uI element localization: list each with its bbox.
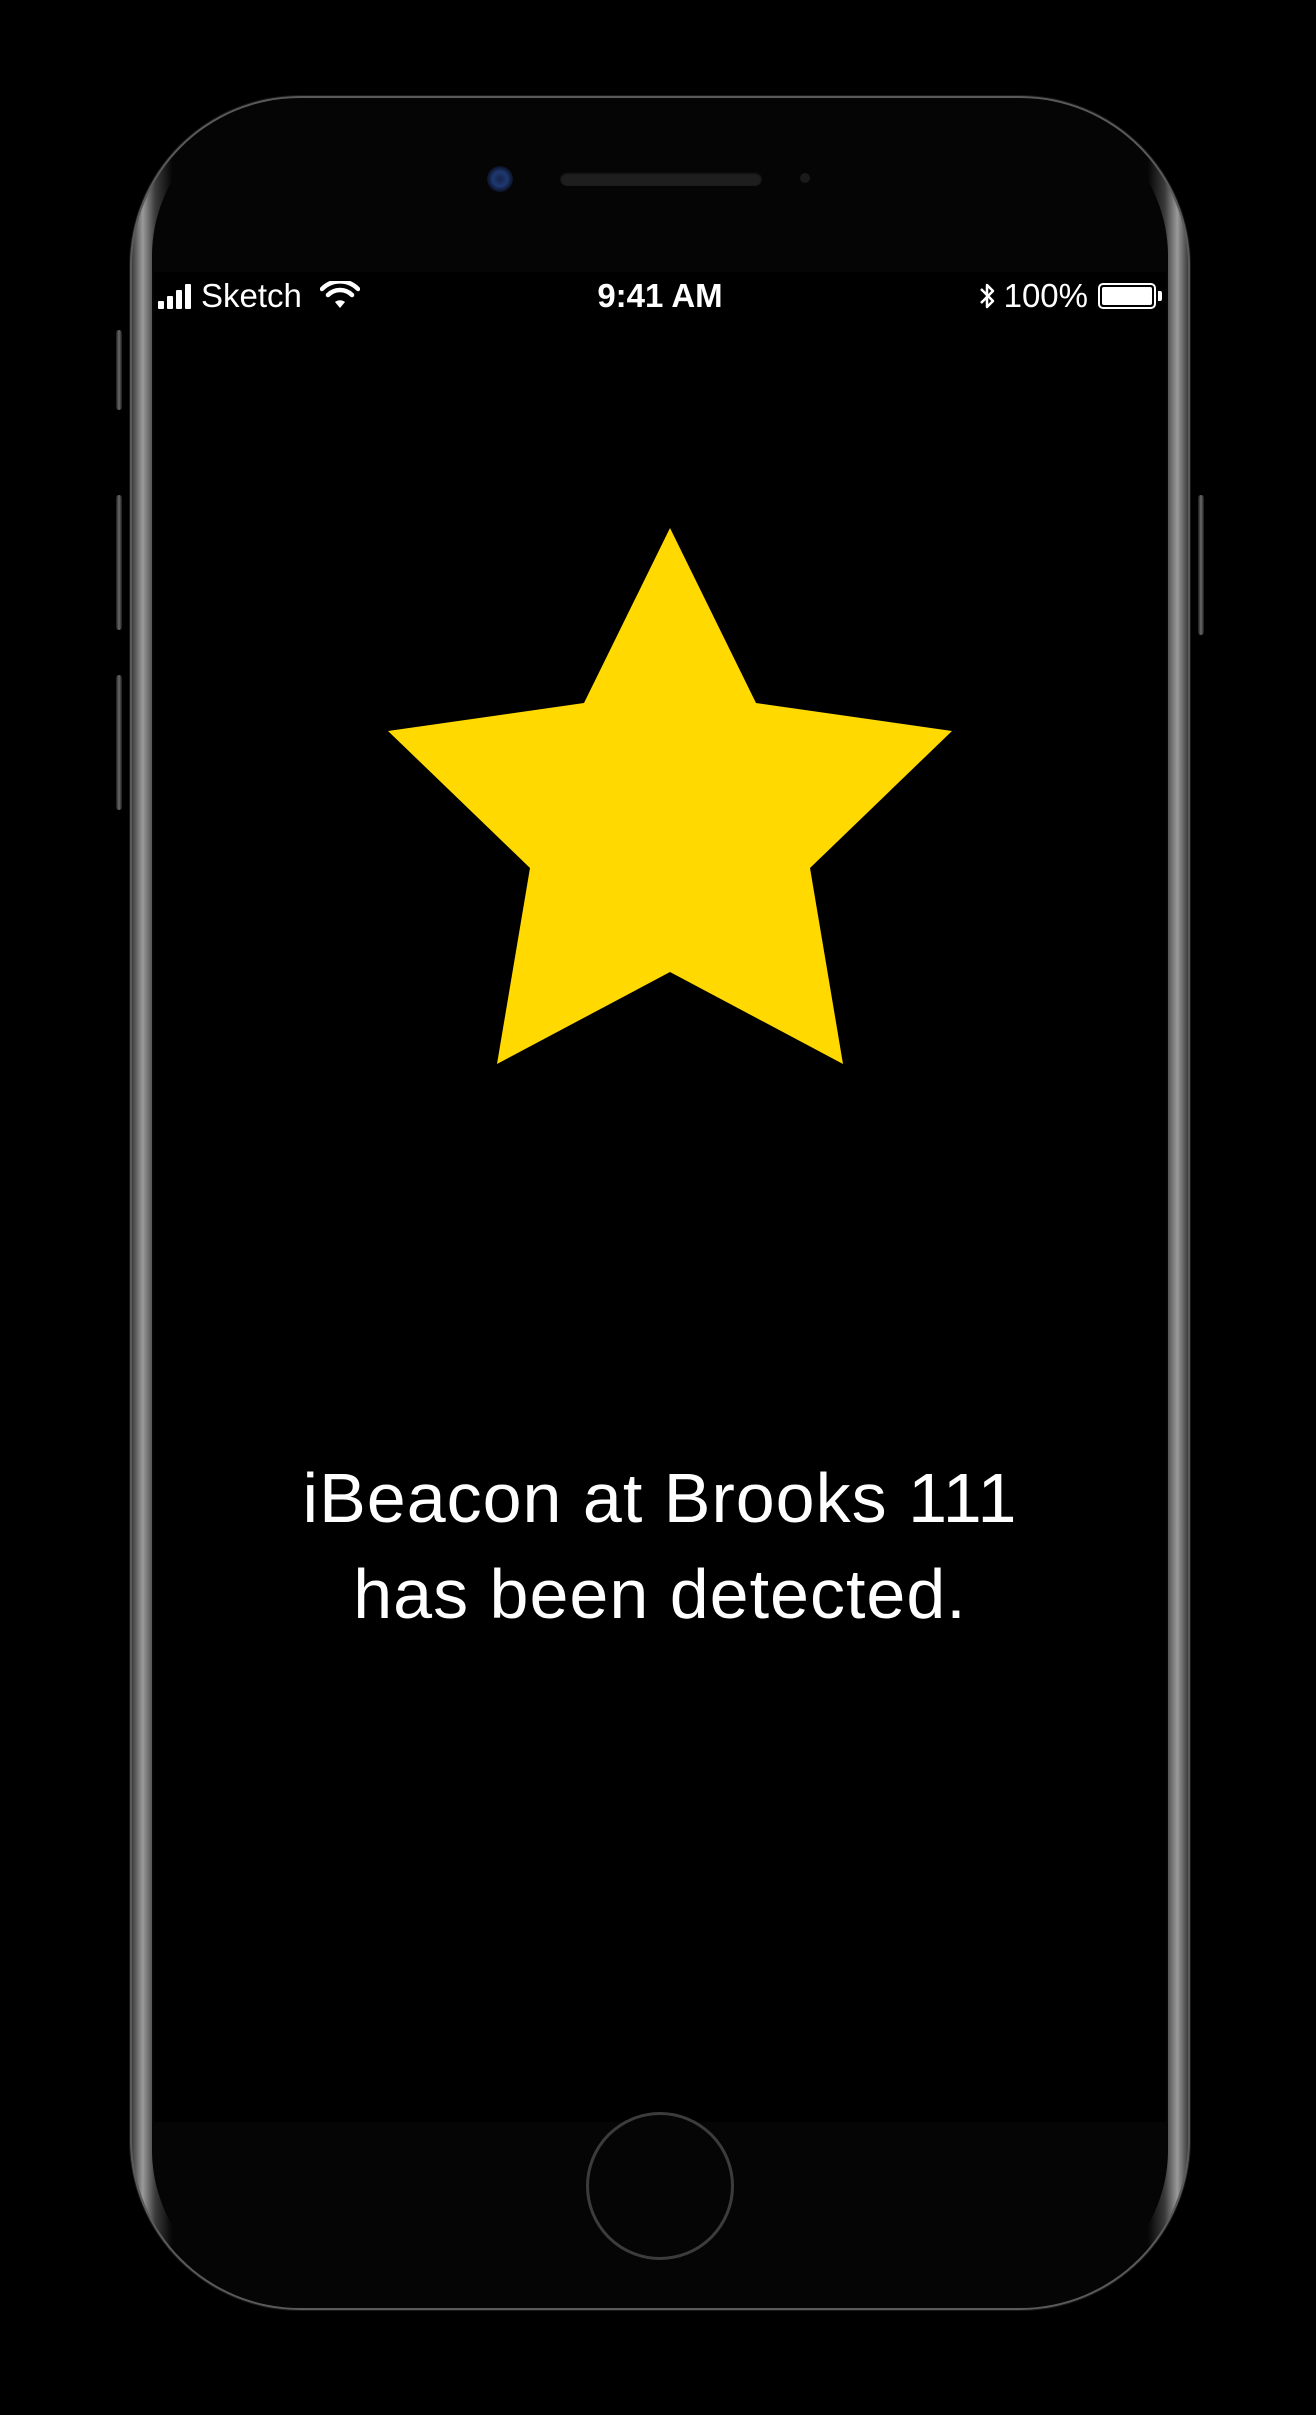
front-camera (487, 166, 513, 192)
mute-switch (116, 330, 122, 410)
battery-percent: 100% (1003, 277, 1088, 314)
detection-message: iBeacon at Brooks 111 has been detected. (154, 1450, 1166, 1642)
battery-icon (1098, 283, 1156, 309)
star-shape (388, 528, 952, 1064)
proximity-sensor (800, 173, 810, 183)
status-bar: Sketch 9:41 AM 100% (154, 272, 1166, 322)
volume-up-button (116, 495, 122, 630)
bluetooth-icon (979, 283, 994, 309)
status-right: 100% (978, 277, 1162, 315)
volume-down-button (116, 675, 122, 810)
star-icon (388, 528, 952, 1064)
earpiece-speaker (560, 172, 762, 186)
power-button (1198, 495, 1204, 635)
message-line-2: has been detected. (353, 1555, 967, 1633)
battery-fill (1102, 287, 1152, 305)
home-button[interactable] (586, 2112, 734, 2260)
message-line-1: iBeacon at Brooks 111 (302, 1459, 1018, 1537)
battery-tip (1158, 291, 1162, 301)
